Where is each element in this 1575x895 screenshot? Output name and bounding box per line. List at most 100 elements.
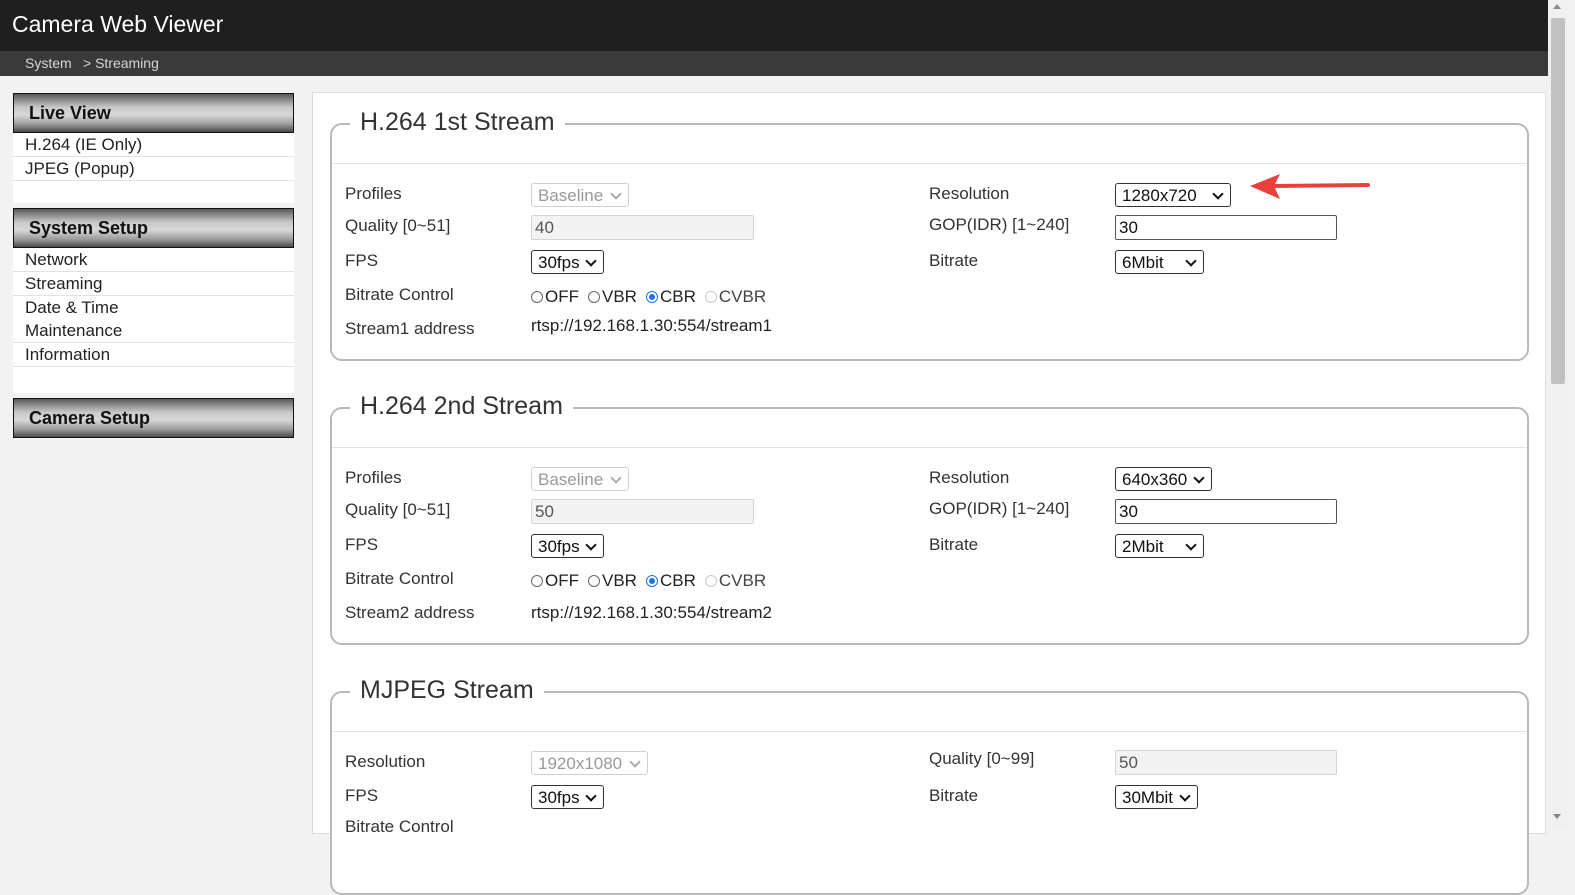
camera-setup-header[interactable]: Camera Setup [13,398,294,438]
h264-first-stream-section: H.264 1st Stream Profiles Baseline Quali… [330,108,1529,361]
sidebar-item-network[interactable]: Network [13,248,294,272]
quality-value: 50 [1119,753,1138,772]
chevron-down-icon [585,255,597,267]
bitrate-value: 2Mbit [1122,537,1164,556]
gop-field[interactable]: 30 [1115,215,1337,240]
breadcrumb-root[interactable]: System [25,55,72,71]
sidebar-item-streaming[interactable]: Streaming [13,272,294,296]
sidebar-item-h264[interactable]: H.264 (IE Only) [13,133,294,157]
quality-field: 50 [531,499,754,524]
profiles-label: Profiles [345,468,402,487]
radio-label: VBR [602,571,637,590]
radio-circle-icon [531,291,543,303]
top-bar: Camera Web Viewer [0,0,1548,51]
camera-setup-header-label: Camera Setup [29,408,151,428]
resolution-select: 1920x1080 [531,751,648,775]
radio-label: CVBR [718,287,767,306]
live-view-header-label: Live View [29,103,111,123]
radio-vbr[interactable]: VBR [588,287,637,307]
scroll-up-arrow-icon[interactable] [1553,4,1561,9]
profiles-select: Baseline [531,467,629,491]
sidebar-item-date-time[interactable]: Date & Time [13,296,294,320]
stream-address-label: Stream2 address [345,603,475,622]
radio-circle-icon [704,291,717,303]
breadcrumb: System > Streaming [0,51,1548,76]
chevron-down-icon [610,472,622,484]
breadcrumb-current: > Streaming [83,55,159,71]
radio-cbr[interactable]: CBR [645,287,696,307]
radio-circle-icon [531,575,543,587]
fps-value: 30fps [538,537,580,556]
profiles-label: Profiles [345,184,402,203]
quality-value: 50 [535,502,554,521]
sidebar-item-label: Streaming [25,274,103,293]
quality-label: Quality [0~51] [345,216,451,235]
fps-label: FPS [345,251,379,270]
bitrate-control-radios: OFF VBR CBR CVBR [531,287,775,309]
chevron-down-icon [585,790,597,802]
bitrate-label: Bitrate [929,786,979,805]
divider [332,731,1527,732]
fps-select[interactable]: 30fps [531,534,604,558]
live-view-header[interactable]: Live View [13,93,294,133]
resolution-select[interactable]: 1280x720 [1115,183,1231,207]
gop-label: GOP(IDR) [1~240] [929,215,1070,234]
quality-field: 50 [1115,750,1337,775]
quality-field: 40 [531,215,754,240]
profiles-select: Baseline [531,183,629,207]
fps-value: 30fps [538,253,580,272]
resolution-value: 640x360 [1122,470,1188,489]
radio-off[interactable]: OFF [531,571,579,591]
sidebar-item-information[interactable]: Information [13,343,294,367]
bitrate-label: Bitrate [929,535,979,554]
fps-value: 30fps [538,788,580,807]
gop-label: GOP(IDR) [1~240] [929,499,1070,518]
scroll-down-arrow-icon[interactable] [1553,814,1561,819]
section-title: H.264 2nd Stream [350,392,573,421]
radio-cbr[interactable]: CBR [645,571,696,591]
vertical-scrollbar[interactable] [1548,0,1568,829]
sidebar-item-jpeg[interactable]: JPEG (Popup) [13,157,294,181]
chevron-down-icon [1193,472,1205,484]
annotation-arrow-icon [1250,174,1370,199]
chevron-down-icon [1185,539,1197,551]
profiles-value: Baseline [538,470,604,489]
gop-field[interactable]: 30 [1115,499,1337,524]
radio-circle-icon [704,575,717,587]
bitrate-value: 6Mbit [1122,253,1164,272]
bitrate-select[interactable]: 6Mbit [1115,250,1204,274]
radio-label: CVBR [718,571,767,590]
radio-cvbr: CVBR [704,287,767,307]
resolution-select[interactable]: 640x360 [1115,467,1212,491]
bitrate-control-label: Bitrate Control [345,817,454,836]
radio-off[interactable]: OFF [531,287,579,307]
fps-select[interactable]: 30fps [531,250,604,274]
gop-value: 30 [1119,218,1138,237]
radio-label: OFF [545,571,579,590]
fps-label: FPS [345,535,379,554]
chevron-down-icon [629,756,641,768]
divider [332,447,1527,448]
scrollbar-thumb[interactable] [1551,18,1565,384]
radio-selected-icon [645,291,658,303]
radio-label: VBR [602,287,637,306]
sidebar-item-maintenance[interactable]: Maintenance [13,319,294,343]
bitrate-select[interactable]: 30Mbit [1115,785,1198,809]
section-title: MJPEG Stream [350,676,544,705]
radio-label: CBR [659,287,696,306]
resolution-label: Resolution [345,752,426,771]
resolution-label: Resolution [929,468,1010,487]
radio-label: OFF [545,287,579,306]
stream-address-value: rtsp://192.168.1.30:554/stream1 [531,316,772,335]
gop-value: 30 [1119,502,1138,521]
fps-label: FPS [345,786,379,805]
bitrate-control-label: Bitrate Control [345,285,454,304]
section-title: H.264 1st Stream [350,108,565,137]
quality-value: 40 [535,218,554,237]
bitrate-value: 30Mbit [1122,788,1174,807]
sidebar-item-label: Date & Time [25,298,119,317]
fps-select[interactable]: 30fps [531,785,604,809]
system-setup-header[interactable]: System Setup [13,208,294,248]
bitrate-select[interactable]: 2Mbit [1115,534,1204,558]
radio-vbr[interactable]: VBR [588,571,637,591]
